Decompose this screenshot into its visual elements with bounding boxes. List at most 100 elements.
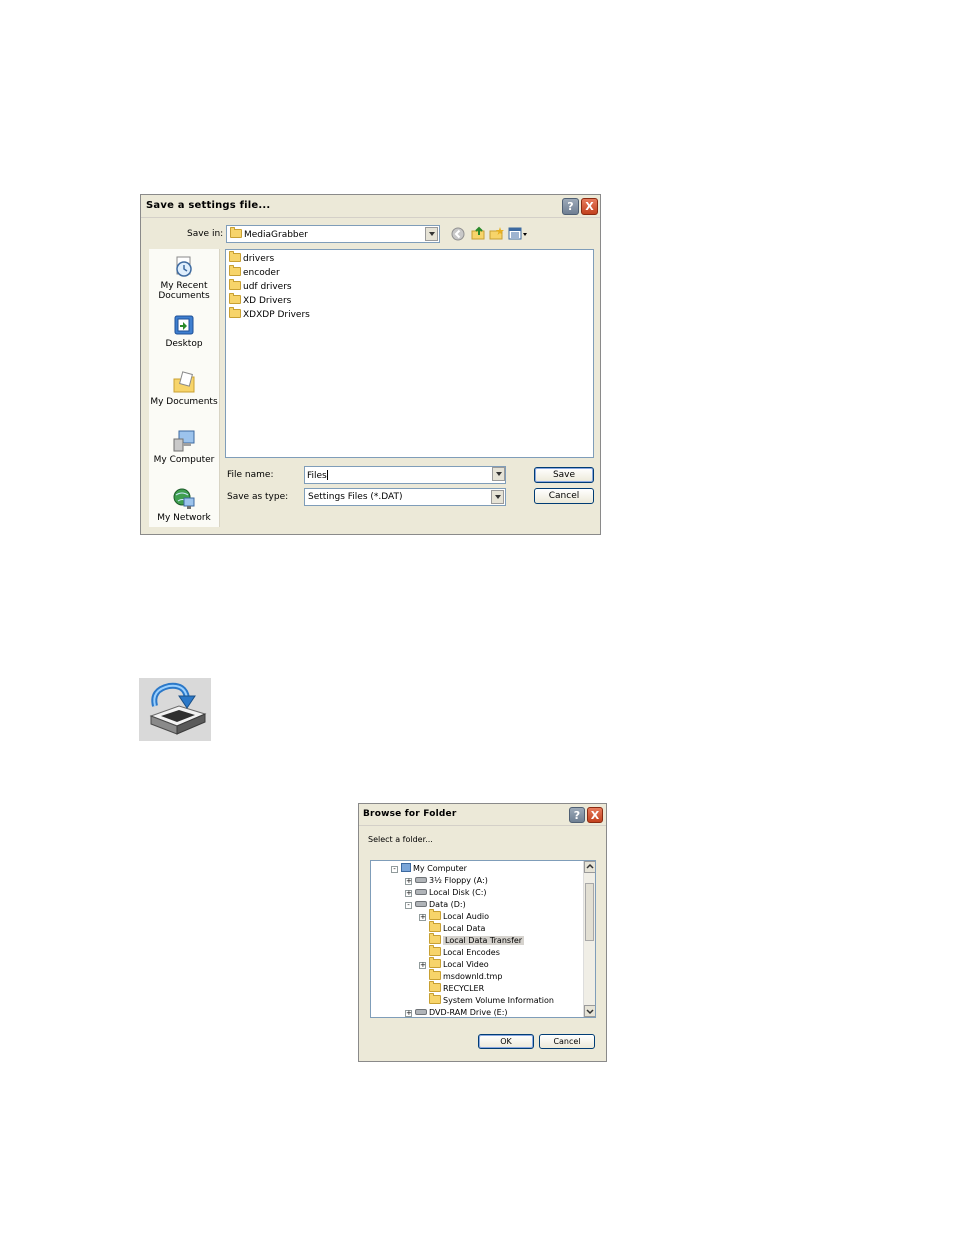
up-folder-icon[interactable] (471, 226, 486, 241)
tree-item[interactable]: Local Encodes (429, 945, 500, 959)
tree-item[interactable]: Local Data (429, 921, 485, 935)
place-label: My Computer (153, 455, 215, 465)
folder-icon (229, 279, 241, 290)
my-computer-icon (173, 430, 195, 452)
new-folder-icon[interactable] (489, 226, 504, 241)
place-label: My Network (157, 513, 211, 523)
dialog-titlebar[interactable]: Browse for Folder ? X (359, 804, 606, 826)
folder-icon (429, 981, 441, 992)
list-item[interactable]: udf drivers (229, 279, 292, 294)
expand-icon[interactable]: + (405, 1010, 412, 1017)
desktop-icon (174, 315, 194, 335)
dialog-titlebar[interactable]: Save a settings file... ? X (141, 195, 600, 218)
scroll-thumb[interactable] (585, 883, 594, 941)
drive-icon (415, 889, 427, 895)
save-button[interactable]: Save (534, 467, 594, 483)
tree-item[interactable]: + DVD-RAM Drive (E:) (405, 1007, 508, 1017)
save-as-type-value: Settings Files (*.DAT) (308, 492, 403, 502)
list-item[interactable]: encoder (229, 265, 280, 280)
folder-icon (429, 969, 441, 980)
list-item[interactable]: XD Drivers (229, 293, 291, 308)
folder-icon (429, 957, 441, 968)
folder-icon (429, 945, 441, 956)
browse-for-folder-dialog: Browse for Folder ? X Select a folder...… (358, 803, 607, 1062)
save-as-type-label: Save as type: (227, 492, 289, 502)
file-name-value: Files (307, 471, 327, 481)
folder-icon (429, 921, 441, 932)
folder-tree[interactable]: - My Computer +3½ Floppy (A:) + Local Disk… (370, 860, 596, 1018)
text-caret (326, 470, 328, 480)
folder-icon (429, 909, 441, 920)
chevron-down-icon[interactable] (492, 467, 505, 481)
chevron-down-icon[interactable] (491, 490, 504, 504)
folder-icon (229, 293, 241, 304)
view-menu-icon[interactable] (508, 227, 528, 241)
tree-item[interactable]: - Data (D:) (405, 899, 466, 911)
scroll-down-button[interactable] (584, 1005, 595, 1017)
place-my-computer[interactable]: My Computer (149, 429, 219, 465)
my-documents-icon (173, 371, 195, 393)
help-button[interactable]: ? (562, 198, 579, 215)
file-name-input[interactable]: Files (304, 466, 506, 484)
cancel-button[interactable]: Cancel (539, 1034, 595, 1049)
save-settings-dialog: Save a settings file... ? X Save in: Med… (140, 194, 601, 535)
close-button[interactable]: X (581, 198, 598, 215)
tree-item-selected[interactable]: Local Data Transfer (429, 933, 525, 947)
save-in-dropdown[interactable]: MediaGrabber (226, 225, 440, 243)
save-in-label: Save in: (187, 229, 224, 239)
place-label: My Documents (150, 397, 218, 407)
chevron-down-icon (586, 1009, 594, 1015)
tree-item[interactable]: - My Computer (391, 863, 467, 875)
save-as-type-dropdown[interactable]: Settings Files (*.DAT) (304, 488, 506, 506)
collapse-icon[interactable]: - (391, 866, 398, 873)
tree-item[interactable]: +3½ Floppy (A:) (405, 875, 488, 887)
file-name-label: File name: (227, 470, 274, 480)
place-label: My Recent Documents (158, 281, 210, 301)
place-my-documents[interactable]: My Documents (149, 371, 219, 407)
chevron-up-icon (586, 863, 594, 869)
dialog-title: Save a settings file... (146, 200, 271, 211)
computer-icon (401, 863, 411, 872)
tree-item[interactable]: msdownld.tmp (429, 969, 502, 983)
recent-documents-icon (176, 256, 192, 277)
chevron-down-icon[interactable] (425, 227, 438, 241)
place-desktop[interactable]: Desktop (149, 313, 219, 349)
file-list[interactable]: drivers encoder udf drivers XD Drivers X… (225, 249, 594, 458)
expand-icon[interactable]: + (405, 890, 412, 897)
cancel-button[interactable]: Cancel (534, 488, 594, 504)
place-my-network[interactable]: My Network (149, 487, 219, 523)
list-item[interactable]: XDXDP Drivers (229, 307, 310, 322)
dvd-drive-icon (415, 1009, 427, 1015)
folder-icon (229, 251, 241, 262)
place-label: Desktop (165, 339, 203, 349)
folder-icon (229, 307, 241, 318)
save-in-value: MediaGrabber (244, 230, 308, 240)
ok-button[interactable]: OK (478, 1034, 534, 1049)
floppy-icon (415, 877, 427, 883)
help-button[interactable]: ? (569, 807, 585, 823)
save-settings-icon (139, 678, 211, 741)
back-icon[interactable] (451, 227, 465, 241)
tree-item[interactable]: System Volume Information (429, 993, 554, 1007)
list-item[interactable]: drivers (229, 251, 274, 266)
drive-icon (415, 901, 427, 907)
scroll-up-button[interactable] (584, 861, 595, 873)
places-bar: My Recent Documents Desktop My Documents (149, 249, 220, 527)
expand-icon[interactable]: + (419, 962, 426, 969)
folder-icon (429, 993, 441, 1004)
folder-icon (229, 265, 241, 276)
browse-prompt: Select a folder... (368, 835, 433, 844)
expand-icon[interactable]: + (405, 878, 412, 885)
folder-icon (429, 933, 441, 944)
tree-item[interactable]: RECYCLER (429, 981, 484, 995)
dialog-title: Browse for Folder (363, 809, 457, 819)
collapse-icon[interactable]: - (405, 902, 412, 909)
vertical-scrollbar[interactable] (583, 861, 595, 1017)
folder-icon (230, 227, 242, 238)
close-button[interactable]: X (587, 807, 603, 823)
my-network-icon (173, 488, 195, 509)
disk-save-icon (149, 682, 207, 735)
place-recent-documents[interactable]: My Recent Documents (149, 255, 219, 301)
tree-item[interactable]: + Local Disk (C:) (405, 887, 487, 899)
expand-icon[interactable]: + (419, 914, 426, 921)
